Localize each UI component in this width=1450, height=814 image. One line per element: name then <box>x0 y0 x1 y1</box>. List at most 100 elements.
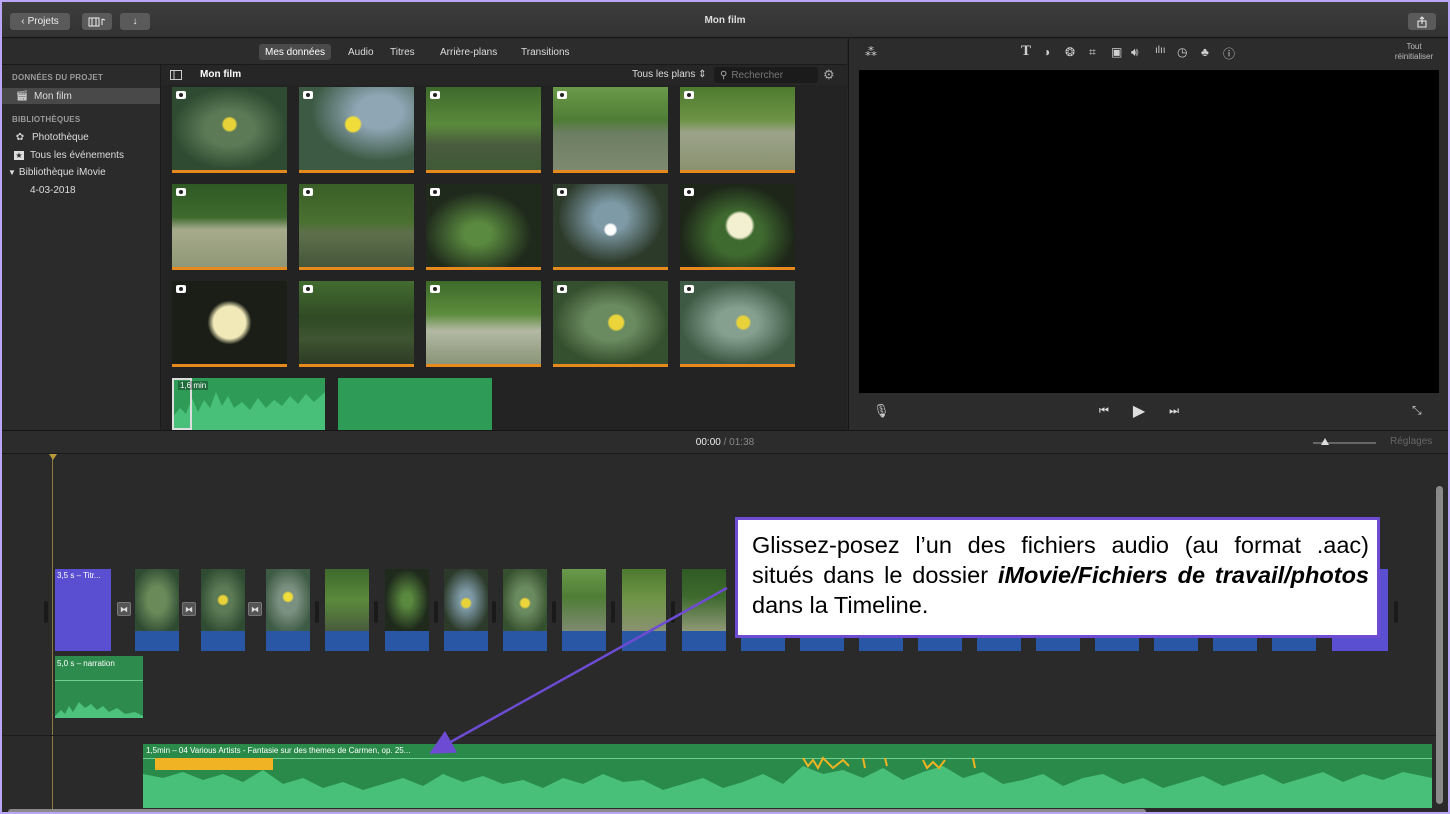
updown-chevron-icon: ⇕ <box>698 69 707 80</box>
video-clip[interactable] <box>562 569 606 651</box>
equalizer-icon[interactable]: ılıı <box>1155 45 1166 56</box>
sidebar-item-event-date[interactable]: 4-03-2018 <box>2 182 160 198</box>
current-time: 00:00 <box>695 437 721 448</box>
video-viewer[interactable] <box>859 70 1439 393</box>
audio-clip-thumb[interactable] <box>338 378 492 430</box>
video-clip[interactable] <box>201 569 245 651</box>
speed-icon[interactable]: ◷ <box>1177 45 1187 59</box>
disclosure-triangle-icon[interactable]: ▼ <box>8 168 16 177</box>
title-T-icon[interactable]: T <box>1021 43 1031 60</box>
photo-thumb[interactable] <box>426 87 541 173</box>
sidebar-item-phototheque[interactable]: ✿ Photothèque <box>2 129 160 145</box>
audio-waveform <box>143 756 1432 808</box>
narration-audio-clip[interactable]: 5,0 s – narration <box>55 656 143 718</box>
video-clip[interactable] <box>503 569 547 651</box>
video-clip[interactable] <box>622 569 666 651</box>
color-palette-icon[interactable]: ❂ <box>1065 45 1075 59</box>
video-clip[interactable] <box>385 569 429 651</box>
clip-filter-select[interactable]: Tous les plans ⇕ <box>632 69 707 80</box>
playhead[interactable] <box>52 454 53 812</box>
crop-icon[interactable]: ⌗ <box>1089 45 1096 60</box>
photo-thumb[interactable] <box>553 87 668 173</box>
playhead-handle[interactable] <box>49 454 57 460</box>
browser-tab-bar: Mes données Audio Titres Arrière-plans T… <box>2 39 847 65</box>
camera-icon <box>303 91 313 99</box>
video-clip[interactable] <box>135 569 179 651</box>
tab-audio[interactable]: Audio <box>342 44 380 60</box>
skip-back-icon[interactable]: ⏮︎ <box>1099 405 1109 418</box>
title-clip[interactable]: 3,5 s – Titr... <box>55 569 111 651</box>
sidebar-item-all-events[interactable]: ★ Tous les événements <box>2 147 160 163</box>
share-button[interactable] <box>1408 13 1436 30</box>
photo-thumb[interactable] <box>680 184 795 270</box>
transition-icon[interactable]: ⧓ <box>182 602 196 616</box>
settings-button[interactable]: Réglages <box>1390 436 1432 447</box>
video-clip[interactable] <box>325 569 369 651</box>
clip-edge-handle[interactable] <box>44 601 48 623</box>
camera-icon <box>303 285 313 293</box>
clip-edge-handle[interactable] <box>434 601 438 623</box>
clip-edge-handle[interactable] <box>671 601 675 623</box>
video-clip[interactable] <box>266 569 310 651</box>
music-track-clip[interactable]: 1,5min – 04 Various Artists - Fantasie s… <box>143 744 1432 808</box>
clip-audio-bar <box>503 631 547 651</box>
volume-icon[interactable]: 🔊︎ <box>1131 45 1139 60</box>
clip-edge-handle[interactable] <box>552 601 556 623</box>
sidebar-item-label: Photothèque <box>32 131 89 143</box>
video-clip[interactable] <box>682 569 726 651</box>
clip-edge-handle[interactable] <box>315 601 319 623</box>
search-field[interactable]: ⚲ Rechercher <box>714 67 818 83</box>
photo-thumb[interactable] <box>553 184 668 270</box>
play-icon[interactable]: ▶ <box>1133 401 1145 421</box>
clapperboard-icon: 🎬︎ <box>15 90 29 102</box>
clip-edge-handle[interactable] <box>374 601 378 623</box>
sidebar-toggle-icon[interactable] <box>170 70 182 80</box>
clip-edge-handle[interactable] <box>492 601 496 623</box>
total-duration: 01:38 <box>729 437 755 448</box>
timeline-header: 00:00 / 01:38 Réglages <box>2 430 1448 454</box>
sidebar-item-mon-film[interactable]: 🎬︎ Mon film <box>2 88 160 104</box>
skip-forward-icon[interactable]: ⏭︎ <box>1169 405 1179 418</box>
zoom-slider-knob[interactable] <box>1321 438 1329 445</box>
photo-thumb[interactable] <box>426 184 541 270</box>
info-icon[interactable]: ⓘ <box>1223 45 1235 62</box>
gear-icon[interactable]: ⚙ <box>823 67 835 83</box>
magic-wand-icon[interactable]: ⁂ <box>865 45 877 59</box>
media-header-title: Mon film <box>200 69 242 80</box>
transition-icon[interactable]: ⧓ <box>248 602 262 616</box>
microphone-icon[interactable]: 🎙︎ <box>873 403 890 419</box>
horizontal-scrollbar[interactable] <box>8 809 1146 812</box>
tab-mes-donnees[interactable]: Mes données <box>259 44 332 60</box>
adjustment-toolbar: ⁂ T ◑ ❂ ⌗ ▣ 🔊︎ ılıı ◷ ♣ ⓘ Tout réinitial… <box>849 39 1448 68</box>
clip-thumbnail <box>266 569 310 631</box>
transition-icon[interactable]: ⧓ <box>117 602 131 616</box>
photo-thumb[interactable] <box>680 281 795 367</box>
audio-clip-thumb[interactable]: 1,6 min <box>172 378 325 430</box>
photo-thumb[interactable] <box>299 184 414 270</box>
photo-thumb[interactable] <box>680 87 795 173</box>
photo-thumb[interactable] <box>299 281 414 367</box>
clip-edge-handle[interactable] <box>1394 601 1398 623</box>
vertical-scrollbar[interactable] <box>1436 486 1443 804</box>
camera-icon <box>430 188 440 196</box>
photo-thumb[interactable] <box>172 87 287 173</box>
photo-thumb[interactable] <box>553 281 668 367</box>
tab-titres[interactable]: Titres <box>384 44 421 60</box>
color-balance-icon[interactable]: ◑ <box>1043 45 1050 59</box>
tab-transitions[interactable]: Transitions <box>515 44 576 60</box>
sidebar-item-imovie-library[interactable]: ▼ Bibliothèque iMovie <box>2 164 160 180</box>
photo-thumb[interactable] <box>299 87 414 173</box>
viewer-panel: ⁂ T ◑ ❂ ⌗ ▣ 🔊︎ ılıı ◷ ♣ ⓘ Tout réinitial… <box>848 39 1448 430</box>
photo-thumb[interactable] <box>426 281 541 367</box>
fullscreen-icon[interactable]: ⤡ <box>1412 403 1422 418</box>
tab-arriere-plans[interactable]: Arrière-plans <box>434 44 503 60</box>
photo-thumb[interactable] <box>172 281 287 367</box>
photo-thumb[interactable] <box>172 184 287 270</box>
zoom-slider[interactable] <box>1313 438 1376 445</box>
reset-all-button[interactable]: Tout réinitialiser <box>1389 42 1439 62</box>
clip-edge-handle[interactable] <box>611 601 615 623</box>
video-clip[interactable] <box>444 569 488 651</box>
camera-stabilize-icon[interactable]: ▣ <box>1111 45 1122 59</box>
filter-icon[interactable]: ♣ <box>1201 45 1209 59</box>
libraries-heading: BIBLIOTHÈQUES <box>12 115 81 124</box>
